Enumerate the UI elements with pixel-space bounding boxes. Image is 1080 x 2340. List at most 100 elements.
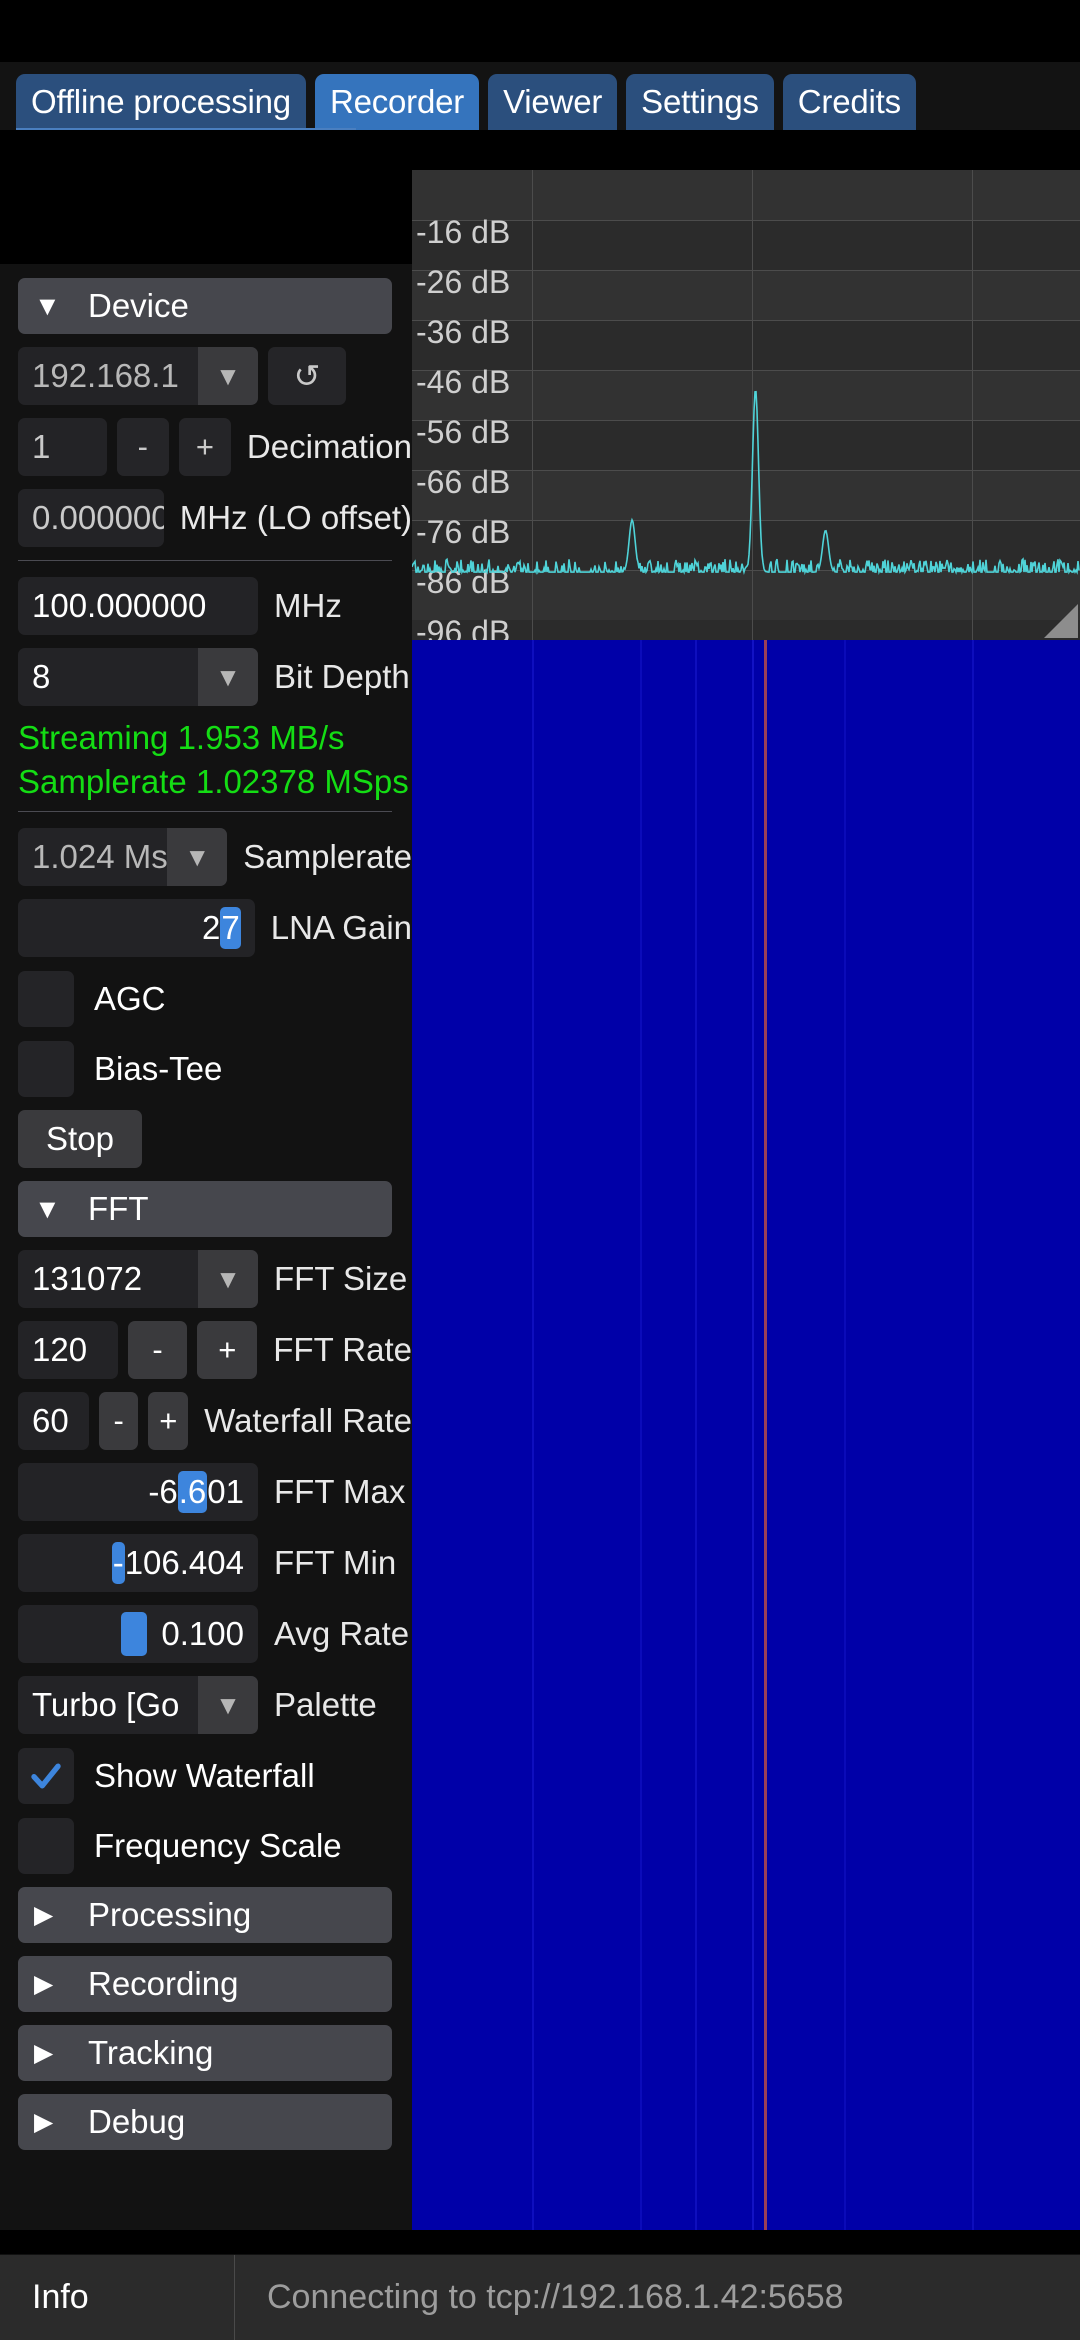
host-select-value: 192.168.1 [18,357,198,395]
waterfall-rate-input[interactable]: 60 [18,1392,89,1450]
tab-credits[interactable]: Credits [783,74,916,130]
status-bar-spacer [0,0,1080,62]
chevron-down-icon: ▼ [34,1196,76,1223]
fft-max-selected: .6 [178,1471,208,1513]
samplerate-value: 1.024 Msp [18,838,167,876]
section-tracking[interactable]: ▶ Tracking [18,2025,392,2081]
row-frequency: 100.000000 MHz [18,577,412,635]
fft-max-label: FFT Max [274,1473,405,1511]
statusbar-backdrop [0,2230,1080,2254]
row-agc[interactable]: AGC [18,970,412,1028]
center-frequency-marker[interactable] [764,640,767,2254]
lna-gain-value-prefix: 2 [202,909,220,947]
waterfall-signal-line [844,640,846,2254]
chevron-down-icon: ▼ [198,1250,258,1308]
samplerate-label: Samplerate [243,838,412,876]
decimation-label: Decimation [247,428,412,466]
samplerate-select[interactable]: 1.024 Msp ▼ [18,828,227,886]
streaming-status: Streaming 1.953 MB/s [18,719,412,757]
lna-gain-input[interactable]: 27 [18,899,255,957]
row-show-waterfall[interactable]: Show Waterfall [18,1747,412,1805]
show-waterfall-checkbox[interactable] [18,1748,74,1804]
tab-viewer[interactable]: Viewer [488,74,617,130]
bit-depth-value: 8 [18,658,198,696]
chevron-down-icon: ▼ [34,293,76,320]
frequency-unit-label: MHz [274,587,342,625]
fft-min-suffix: 106.404 [125,1544,244,1582]
fft-trace [412,170,1080,640]
decimation-minus-button[interactable]: - [117,418,169,476]
section-recording-label: Recording [88,1965,238,2003]
stop-button[interactable]: Stop [18,1110,142,1168]
row-waterfall-rate: 60 - + Waterfall Rate [18,1392,412,1450]
waterfall-rate-minus-button[interactable]: - [99,1392,139,1450]
waterfall-signal-line [532,640,534,2254]
refresh-icon: ↺ [294,357,321,395]
waterfall-rate-plus-button[interactable]: + [148,1392,188,1450]
lo-offset-label: MHz (LO offset) [180,499,412,537]
decimation-plus-button[interactable]: + [179,418,231,476]
app-root: Offline processing Recorder Viewer Setti… [0,0,1080,2340]
bias-tee-checkbox[interactable] [18,1041,74,1097]
samplerate-status: Samplerate 1.02378 MSps [18,763,412,801]
section-fft[interactable]: ▼ FFT [18,1181,392,1237]
chevron-right-icon: ▶ [34,2041,76,2066]
agc-label: AGC [94,980,166,1018]
row-fft-rate: 120 - + FFT Rate [18,1321,412,1379]
resize-handle-icon[interactable] [1044,604,1078,638]
row-palette: Turbo [Go ▼ Palette [18,1676,412,1734]
decimation-input[interactable]: 1 [18,418,107,476]
section-device[interactable]: ▼ Device [18,278,392,334]
bit-depth-select[interactable]: 8 ▼ [18,648,258,706]
tab-recorder[interactable]: Recorder [315,74,479,130]
section-debug[interactable]: ▶ Debug [18,2094,392,2150]
control-sidebar-clip: ▼ Device 192.168.1 ▼ ↺ 1 - + Decimation … [0,132,412,2254]
tab-bar: Offline processing Recorder Viewer Setti… [0,62,1080,130]
fft-size-select[interactable]: 131072 ▼ [18,1250,258,1308]
tab-offline-processing[interactable]: Offline processing [16,74,306,130]
avg-rate-input[interactable]: 0.100 [18,1605,258,1663]
frequency-scale-checkbox[interactable] [18,1818,74,1874]
row-decimation: 1 - + Decimation [18,418,412,476]
avg-rate-label: Avg Rate [274,1615,409,1653]
row-lo-offset: 0.000000 MHz (LO offset) [18,489,412,547]
section-debug-label: Debug [88,2103,185,2141]
fft-rate-minus-button[interactable]: - [128,1321,188,1379]
avg-rate-value: 0.100 [161,1615,244,1653]
row-bias-tee[interactable]: Bias-Tee [18,1040,412,1098]
chevron-down-icon: ▼ [198,347,258,405]
frequency-scale-label: Frequency Scale [94,1827,342,1865]
bit-depth-label: Bit Depth [274,658,410,696]
fft-rate-input[interactable]: 120 [18,1321,118,1379]
fft-rate-plus-button[interactable]: + [197,1321,257,1379]
visualization-pane: -16 dB -26 dB -36 dB -46 dB -56 dB -66 d… [412,170,1080,2254]
text-cursor [121,1612,147,1656]
fft-spectrum-plot[interactable]: -16 dB -26 dB -36 dB -46 dB -56 dB -66 d… [412,170,1080,640]
fft-min-input[interactable]: -106.404 [18,1534,258,1592]
row-lna-gain: 27 LNA Gain [18,899,412,957]
lna-gain-value-selected: 7 [220,907,240,949]
host-select[interactable]: 192.168.1 ▼ [18,347,258,405]
row-frequency-scale[interactable]: Frequency Scale [18,1817,412,1875]
palette-select[interactable]: Turbo [Go ▼ [18,1676,258,1734]
section-device-label: Device [88,287,189,325]
fft-rate-label: FFT Rate [273,1331,412,1369]
show-waterfall-label: Show Waterfall [94,1757,315,1795]
row-avg-rate: 0.100 Avg Rate [18,1605,412,1663]
fft-size-label: FFT Size [274,1260,407,1298]
chevron-down-icon: ▼ [198,648,258,706]
section-recording[interactable]: ▶ Recording [18,1956,392,2012]
check-icon [28,1758,64,1794]
section-processing[interactable]: ▶ Processing [18,1887,392,1943]
row-host: 192.168.1 ▼ ↺ [18,347,412,405]
palette-value: Turbo [Go [18,1686,198,1724]
frequency-input[interactable]: 100.000000 [18,577,258,635]
waterfall-display[interactable] [412,640,1080,2254]
tab-underline [16,128,356,130]
tab-settings[interactable]: Settings [626,74,774,130]
refresh-button[interactable]: ↺ [268,347,346,405]
fft-min-label: FFT Min [274,1544,396,1582]
fft-max-input[interactable]: -6.601 [18,1463,258,1521]
agc-checkbox[interactable] [18,971,74,1027]
lo-offset-input[interactable]: 0.000000 [18,489,164,547]
